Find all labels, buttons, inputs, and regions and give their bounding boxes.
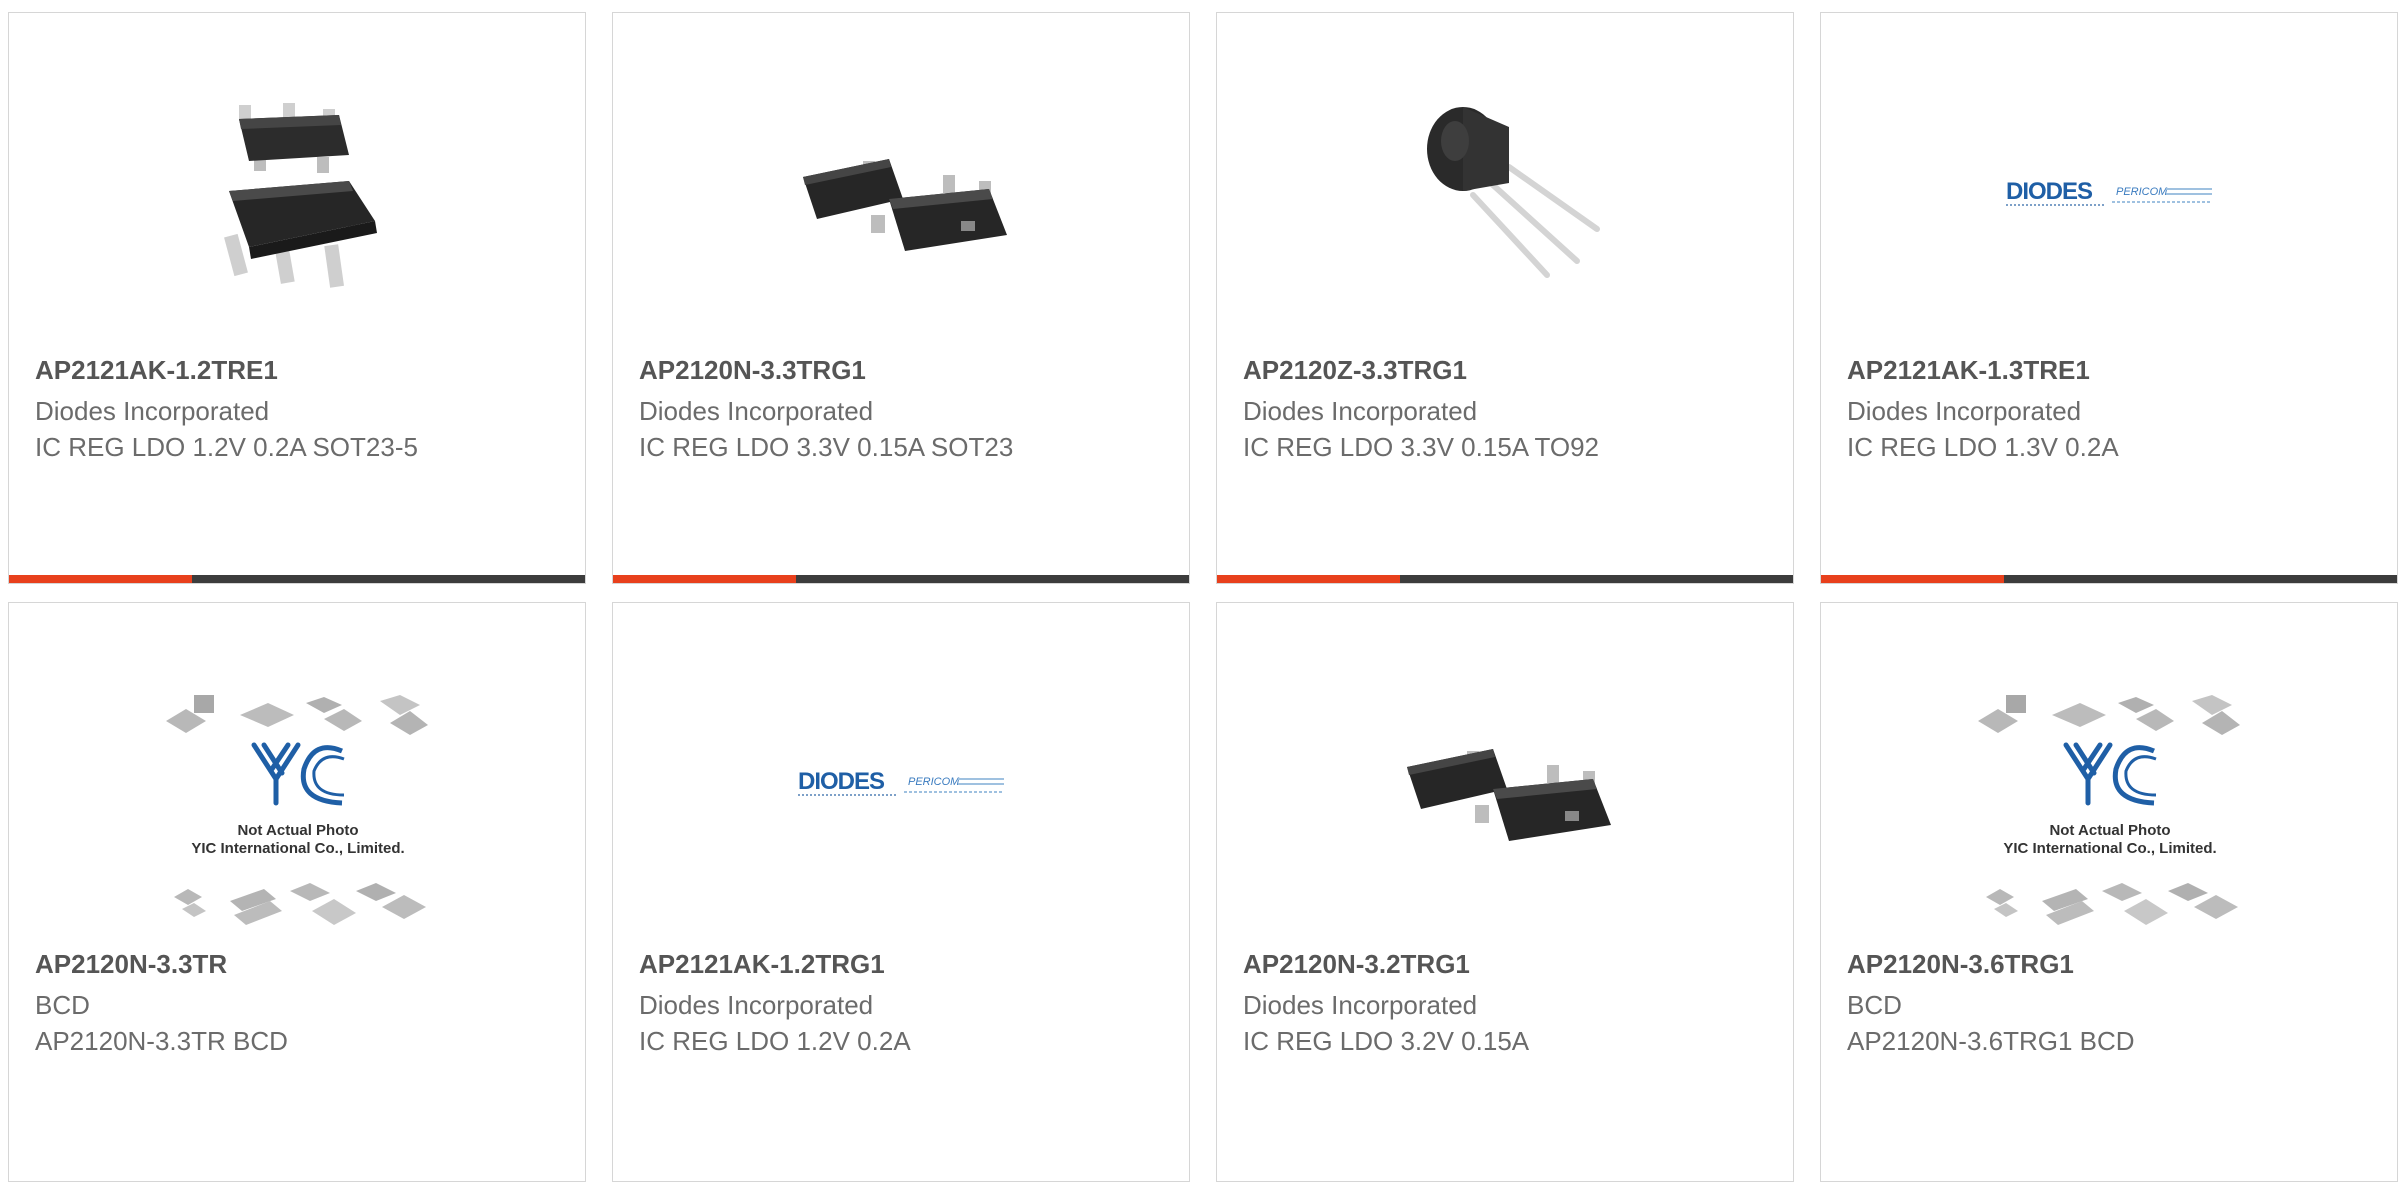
product-card[interactable]: Not Actual Photo YIC International Co., … [1820,602,2398,1182]
card-bottom-bar [9,575,585,583]
description: AP2120N-3.6TRG1 BCD [1847,1026,2135,1056]
product-card[interactable]: DIODES PERICOM AP2121AK-1.3TRE1 Diodes I… [1820,12,2398,584]
part-number[interactable]: AP2121AK-1.3TRE1 [1847,355,2377,385]
part-number[interactable]: AP2120N-3.3TR [35,949,565,979]
card-bottom-bar [1217,575,1793,583]
yic-placeholder-icon: Not Actual Photo YIC International Co., … [1978,695,2240,925]
manufacturer: BCD [35,990,90,1020]
description: IC REG LDO 3.3V 0.15A SOT23 [639,432,1014,462]
manufacturer: BCD [1847,990,1902,1020]
card-bottom-bar [1821,575,2397,583]
part-number[interactable]: AP2121AK-1.2TRE1 [35,355,565,385]
product-image[interactable]: Not Actual Photo YIC International Co., … [1961,695,2261,933]
description: IC REG LDO 1.2V 0.2A SOT23-5 [35,432,418,462]
svg-text:PERICOM: PERICOM [908,776,960,788]
product-card[interactable]: Not Actual Photo YIC International Co., … [8,602,586,1182]
part-number[interactable]: AP2120Z-3.3TRG1 [1243,355,1773,385]
manufacturer: Diodes Incorporated [1243,396,1478,426]
diodes-pericom-logo-icon: DIODES PERICOM [2006,178,2212,206]
product-image[interactable]: Not Actual Photo YIC International Co., … [149,695,449,933]
sot23-package-icon [803,159,1007,251]
to92-package-icon [1427,107,1600,278]
part-number[interactable]: AP2120N-3.3TRG1 [639,355,1169,385]
product-image[interactable] [763,75,1043,315]
svg-text:DIODES: DIODES [798,768,885,795]
part-number[interactable]: AP2121AK-1.2TRG1 [639,949,1169,979]
svg-text:Not Actual Photo: Not Actual Photo [237,822,358,839]
svg-text:DIODES: DIODES [2006,178,2093,205]
description: IC REG LDO 3.3V 0.15A TO92 [1243,432,1600,462]
card-bottom-bar [613,575,1189,583]
description: IC REG LDO 1.3V 0.2A [1847,432,2119,462]
product-image[interactable]: DIODES PERICOM [1971,75,2251,315]
part-number[interactable]: AP2120N-3.2TRG1 [1243,949,1773,979]
description: AP2120N-3.3TR BCD [35,1026,288,1056]
product-card[interactable]: AP2120N-3.2TRG1 Diodes Incorporated IC R… [1216,602,1794,1182]
svg-text:Not Actual Photo: Not Actual Photo [2049,822,2170,839]
sot23-5-package-icon [224,103,377,288]
manufacturer: Diodes Incorporated [1847,396,2082,426]
product-image[interactable] [1367,75,1647,315]
manufacturer: Diodes Incorporated [639,396,874,426]
svg-text:YIC International Co., Limited: YIC International Co., Limited. [2003,840,2216,857]
product-image[interactable] [1367,665,1647,905]
product-image[interactable]: DIODES PERICOM [763,665,1043,905]
product-image[interactable] [159,75,439,315]
product-card[interactable]: AP2121AK-1.2TRE1 Diodes Incorporated IC … [8,12,586,584]
svg-text:YIC International Co., Limited: YIC International Co., Limited. [191,840,404,857]
manufacturer: Diodes Incorporated [1243,990,1478,1020]
part-number[interactable]: AP2120N-3.6TRG1 [1847,949,2377,979]
product-card[interactable]: AP2120N-3.3TRG1 Diodes Incorporated IC R… [612,12,1190,584]
manufacturer: Diodes Incorporated [639,990,874,1020]
sot23-package-icon [1407,749,1611,841]
svg-text:PERICOM: PERICOM [2116,186,2168,198]
yic-placeholder-icon: Not Actual Photo YIC International Co., … [166,695,428,925]
product-card[interactable]: AP2120Z-3.3TRG1 Diodes Incorporated IC R… [1216,12,1794,584]
product-card[interactable]: DIODES PERICOM AP2121AK-1.2TRG1 Diodes I… [612,602,1190,1182]
manufacturer: Diodes Incorporated [35,396,270,426]
description: IC REG LDO 3.2V 0.15A [1243,1026,1530,1056]
diodes-pericom-logo-icon: DIODES PERICOM [798,768,1004,796]
description: IC REG LDO 1.2V 0.2A [639,1026,911,1056]
